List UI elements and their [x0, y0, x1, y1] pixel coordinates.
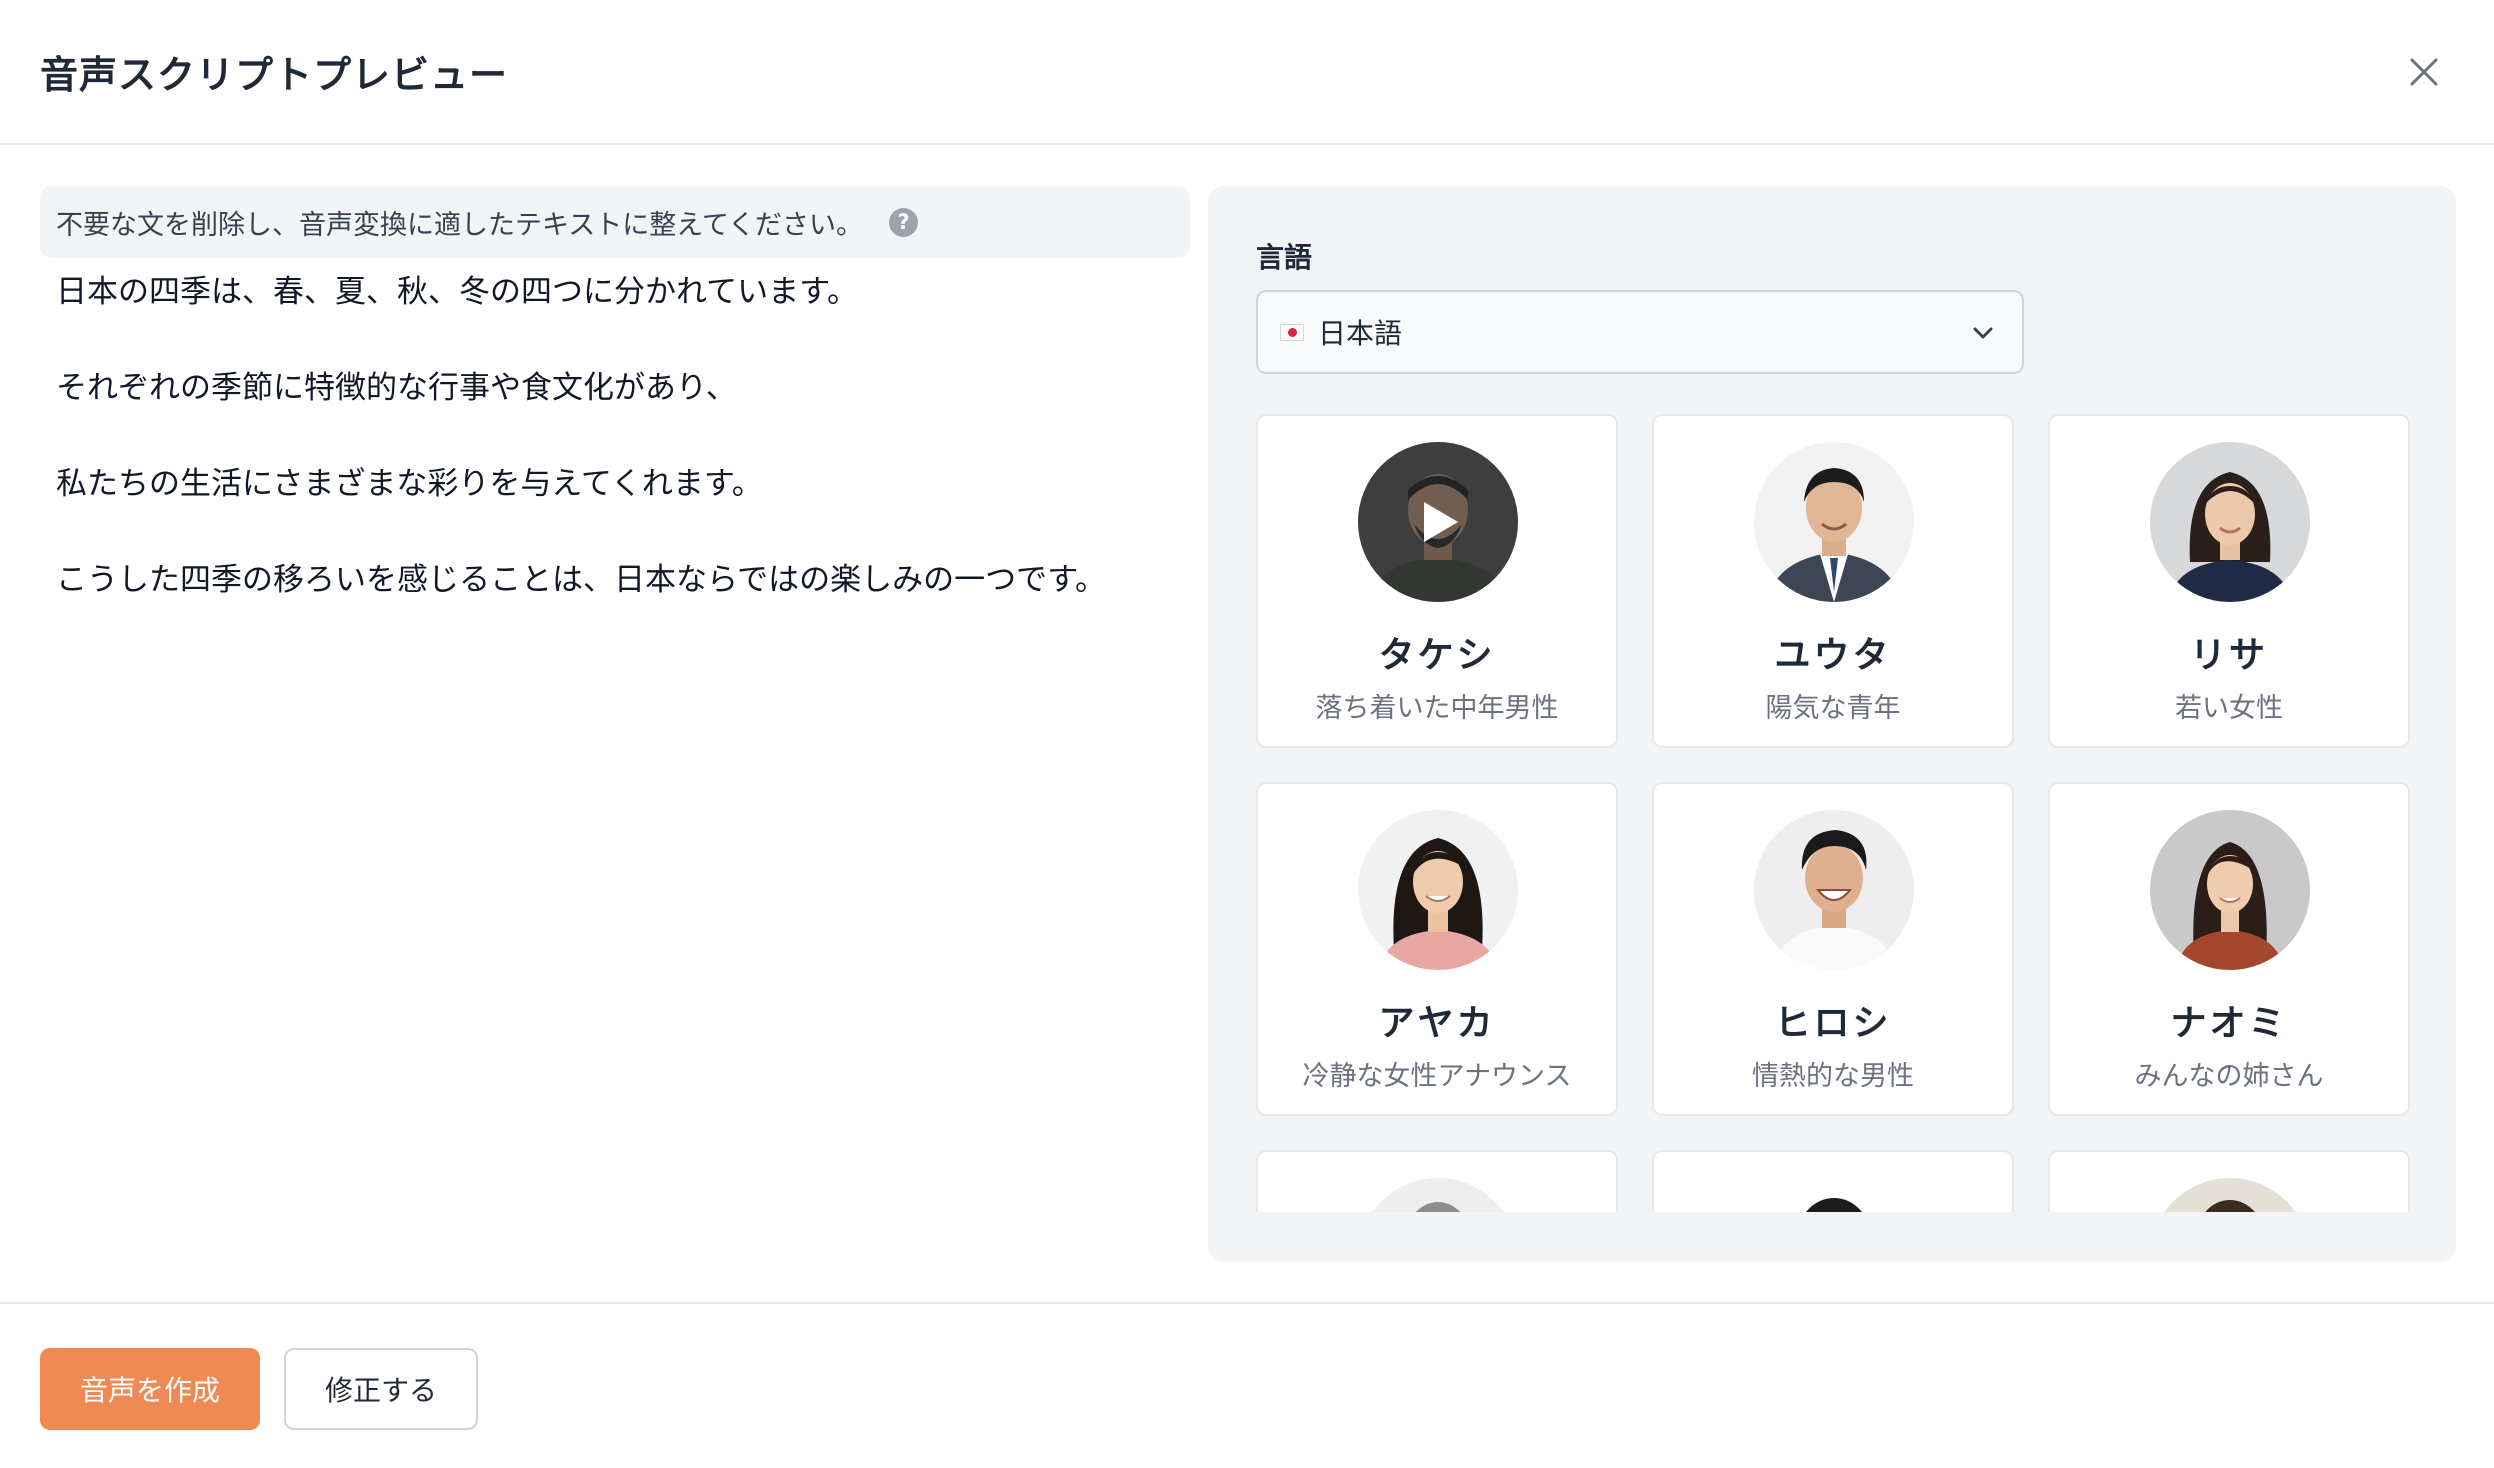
help-icon[interactable]: ?	[889, 207, 919, 237]
avatar	[1358, 442, 1518, 602]
voice-description: 冷静な女性アナウンス	[1302, 1061, 1572, 1092]
voice-description: 若い女性	[2175, 693, 2283, 724]
avatar	[2150, 810, 2310, 970]
voice-name: リサ	[2189, 635, 2268, 676]
voice-grid[interactable]: タケシ 落ち着いた中年男性 ユウタ 陽気な青年 リサ 若い女性 アヤカ 冷静な女…	[1256, 414, 2416, 1212]
avatar	[1754, 810, 1914, 970]
voice-card-ayaka[interactable]: アヤカ 冷静な女性アナウンス	[1256, 782, 1618, 1116]
japan-flag-icon	[1280, 323, 1304, 341]
voice-name: ユウタ	[1774, 635, 1892, 676]
dialog-header: 音声スクリプトプレビュー	[0, 0, 2494, 145]
create-audio-button[interactable]: 音声を作成	[40, 1348, 260, 1430]
voice-card-hiroshi[interactable]: ヒロシ 情熱的な男性	[1652, 782, 2014, 1116]
chevron-down-icon	[1973, 327, 1993, 339]
script-line: 日本の四季は、春、夏、秋、冬の四つに分かれています。	[56, 274, 858, 310]
language-label: 言語	[1256, 241, 1313, 274]
close-button[interactable]	[2398, 46, 2450, 98]
play-icon[interactable]	[1358, 442, 1518, 602]
script-line: 私たちの生活にさまざまな彩りを与えてくれます。	[56, 466, 763, 502]
voice-name: アヤカ	[1378, 1003, 1496, 1044]
voice-card-takeshi[interactable]: タケシ 落ち着いた中年男性	[1256, 414, 1618, 748]
voice-description: 陽気な青年	[1765, 693, 1901, 724]
voice-card-naomi[interactable]: ナオミ みんなの姉さん	[2048, 782, 2410, 1116]
avatar	[1754, 442, 1914, 602]
voice-card-partial[interactable]	[2048, 1150, 2410, 1212]
instruction-text: 不要な文を削除し、音声変換に適したテキストに整えてください。	[56, 209, 864, 241]
voice-card-partial[interactable]	[1652, 1150, 2014, 1212]
avatar	[2150, 1178, 2310, 1212]
voice-card-partial[interactable]	[1256, 1150, 1618, 1212]
voice-name: ナオミ	[2170, 1003, 2288, 1044]
voice-settings-panel: 言語 日本語 タケシ 落ち着いた中年男性 ユウタ 陽気な青年 リサ 若い女性 ア…	[1208, 186, 2456, 1262]
avatar	[1358, 1178, 1518, 1212]
avatar	[2150, 442, 2310, 602]
voice-card-yuta[interactable]: ユウタ 陽気な青年	[1652, 414, 2014, 748]
script-textarea[interactable]: 日本の四季は、春、夏、秋、冬の四つに分かれています。 それぞれの季節に特徴的な行…	[56, 274, 1176, 658]
script-line: こうした四季の移ろいを感じることは、日本ならではの楽しみの一つです。	[56, 562, 1106, 598]
voice-card-risa[interactable]: リサ 若い女性	[2048, 414, 2410, 748]
language-select[interactable]: 日本語	[1256, 290, 2024, 374]
avatar	[1754, 1178, 1914, 1212]
avatar	[1358, 810, 1518, 970]
voice-name: ヒロシ	[1774, 1003, 1892, 1044]
close-icon	[2410, 58, 2438, 86]
edit-button[interactable]: 修正する	[284, 1348, 478, 1430]
script-line: それぞれの季節に特徴的な行事や食文化があり、	[56, 370, 737, 406]
script-editor-pane: 不要な文を削除し、音声変換に適したテキストに整えてください。 ? 日本の四季は、…	[40, 186, 1190, 1266]
voice-description: みんなの姉さん	[2134, 1061, 2324, 1092]
instruction-bar: 不要な文を削除し、音声変換に適したテキストに整えてください。 ?	[40, 186, 1190, 258]
dialog-title: 音声スクリプトプレビュー	[40, 53, 509, 97]
voice-description: 情熱的な男性	[1752, 1061, 1914, 1092]
voice-description: 落ち着いた中年男性	[1315, 693, 1559, 724]
dialog-footer: 音声を作成 修正する	[0, 1302, 2494, 1468]
language-selected-value: 日本語	[1318, 317, 1403, 350]
voice-name: タケシ	[1378, 635, 1496, 676]
